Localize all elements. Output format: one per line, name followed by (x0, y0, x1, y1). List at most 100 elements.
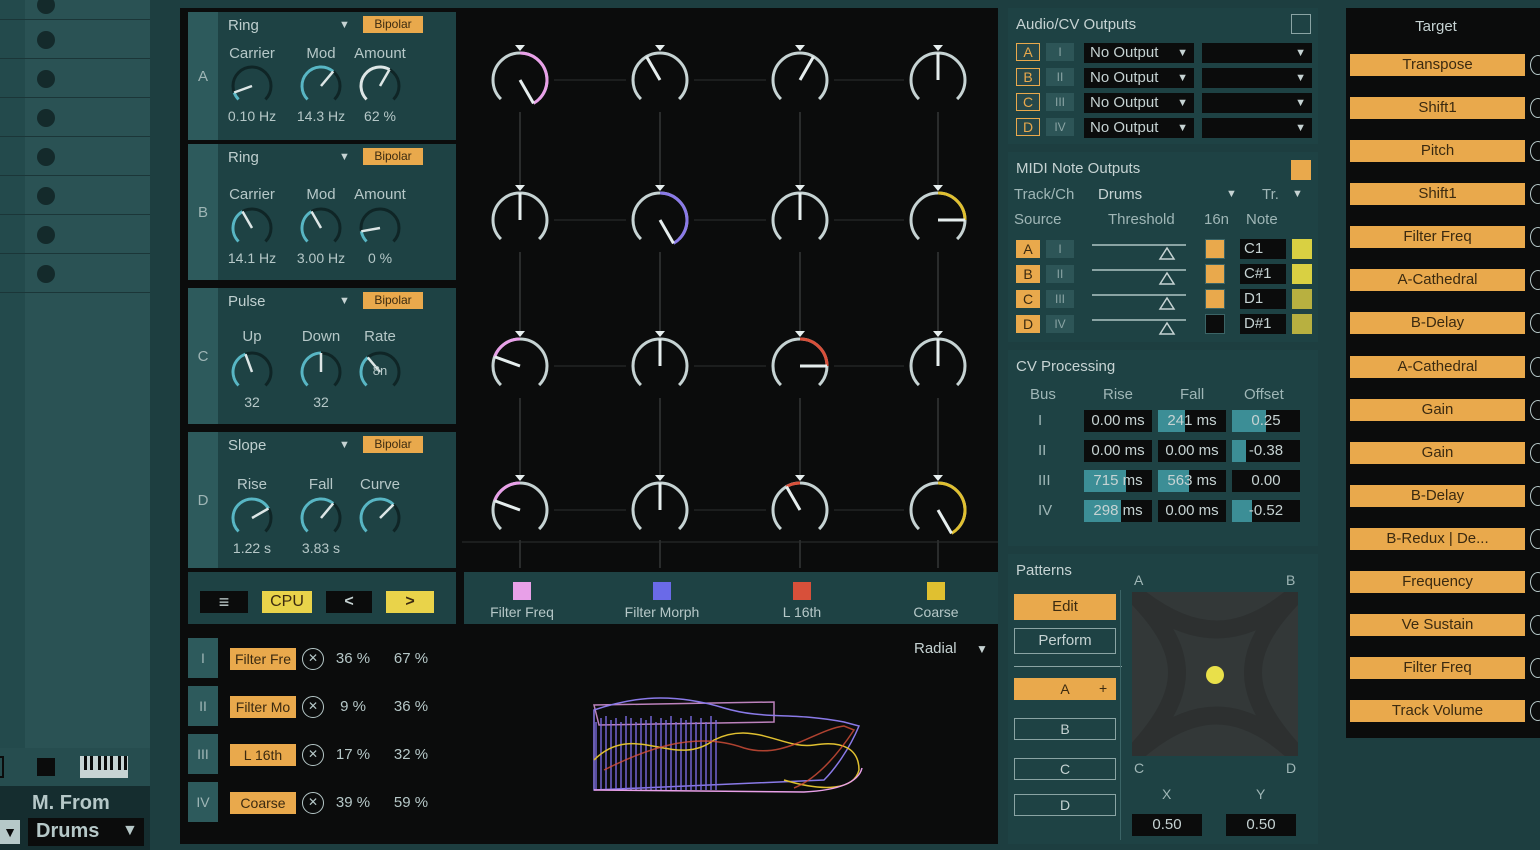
mapping-max[interactable]: 59 % (386, 794, 436, 811)
threshold-slider[interactable] (1092, 317, 1186, 335)
track-led[interactable] (37, 226, 55, 244)
remove-target-icon[interactable] (1530, 55, 1540, 75)
piano-keys-icon[interactable] (80, 756, 128, 778)
matrix-knob[interactable] (491, 185, 549, 241)
bipolar-toggle[interactable]: Bipolar (363, 16, 423, 33)
param-knob[interactable] (299, 350, 343, 399)
xy-pad-handle[interactable] (1206, 666, 1224, 684)
target-item[interactable]: B-Delay (1350, 485, 1525, 507)
cv-offset-value[interactable]: -0.38 (1232, 440, 1300, 462)
midi-source-d[interactable]: D (1016, 315, 1040, 333)
matrix-knob[interactable] (631, 185, 689, 245)
cv-bus-button[interactable]: IV (1046, 118, 1074, 136)
mapping-target-name[interactable]: Filter Mo (230, 696, 296, 718)
remove-target-icon[interactable] (1530, 184, 1540, 204)
param-knob[interactable] (230, 64, 274, 113)
xy-pad[interactable] (1132, 592, 1298, 756)
remove-target-icon[interactable] (1530, 572, 1540, 592)
cv-rise-value[interactable]: 298 ms (1084, 500, 1152, 522)
track-led[interactable] (37, 109, 55, 127)
cv-fall-value[interactable]: 0.00 ms (1158, 500, 1226, 522)
menu-icon[interactable]: ≡ (200, 591, 248, 613)
midi-note-value[interactable]: D#1 (1240, 314, 1286, 334)
midi-source-b[interactable]: B (1016, 265, 1040, 283)
target-item[interactable]: B-Redux | De... (1350, 528, 1525, 550)
bipolar-toggle[interactable]: Bipolar (363, 292, 423, 309)
matrix-knob[interactable] (631, 45, 689, 101)
lfo-mode-label[interactable]: Ring (228, 149, 259, 166)
target-color-swatch[interactable] (927, 582, 945, 600)
audio-cv-toggle[interactable] (1291, 14, 1311, 34)
target-item[interactable]: Shift1 (1350, 97, 1525, 119)
matrix-knob[interactable] (631, 331, 689, 387)
bipolar-toggle[interactable]: Bipolar (363, 148, 423, 165)
midi-channel-value[interactable]: Tr. (1262, 186, 1279, 203)
midi-bus-button[interactable]: IV (1046, 315, 1074, 333)
matrix-knob[interactable] (909, 185, 967, 241)
target-item[interactable]: Track Volume (1350, 700, 1525, 722)
lfo-mode-label[interactable]: Slope (228, 437, 266, 454)
chevron-down-icon[interactable]: ▼ (339, 19, 350, 31)
param-knob[interactable] (358, 64, 402, 113)
cv-fall-value[interactable]: 0.00 ms (1158, 440, 1226, 462)
target-color-swatch[interactable] (653, 582, 671, 600)
target-item[interactable]: Filter Freq (1350, 226, 1525, 248)
target-item[interactable]: Gain (1350, 442, 1525, 464)
target-item[interactable]: Shift1 (1350, 183, 1525, 205)
mapping-max[interactable]: 67 % (386, 650, 436, 667)
target-item[interactable]: Ve Sustain (1350, 614, 1525, 636)
midi-bus-button[interactable]: III (1046, 290, 1074, 308)
cv-output-sub-dropdown[interactable]: ▼ (1202, 43, 1312, 63)
track-led[interactable] (37, 31, 55, 49)
param-knob[interactable] (358, 206, 402, 255)
track-led[interactable] (37, 148, 55, 166)
target-item[interactable]: Filter Freq (1350, 657, 1525, 679)
prev-button[interactable]: < (326, 591, 372, 613)
chevron-down-icon[interactable]: ▼ (0, 820, 20, 844)
mapping-target-name[interactable]: L 16th (230, 744, 296, 766)
matrix-knob[interactable] (909, 331, 967, 387)
mapping-max[interactable]: 32 % (386, 746, 436, 763)
mapping-target-name[interactable]: Coarse (230, 792, 296, 814)
target-item[interactable]: Pitch (1350, 140, 1525, 162)
remove-target-icon[interactable] (1530, 270, 1540, 290)
cv-source-c[interactable]: C (1016, 93, 1040, 111)
matrix-knob[interactable] (909, 475, 967, 535)
mapping-min[interactable]: 39 % (328, 794, 378, 811)
lfo-mode-label[interactable]: Pulse (228, 293, 266, 310)
lfo-mode-label[interactable]: Ring (228, 17, 259, 34)
chevron-down-icon[interactable]: ▼ (339, 295, 350, 307)
remove-mapping-icon[interactable]: ✕ (302, 792, 324, 814)
threshold-slider[interactable] (1092, 267, 1186, 285)
remove-target-icon[interactable] (1530, 227, 1540, 247)
matrix-knob[interactable] (771, 185, 829, 241)
matrix-knob[interactable] (491, 45, 549, 105)
target-item[interactable]: Frequency (1350, 571, 1525, 593)
cv-rise-value[interactable]: 715 ms (1084, 470, 1152, 492)
cv-source-d[interactable]: D (1016, 118, 1040, 136)
edit-button[interactable]: Edit (1014, 594, 1116, 620)
cv-output-dropdown[interactable]: No Output ▼ (1084, 68, 1194, 88)
midi-note-value[interactable]: D1 (1240, 289, 1286, 309)
remove-target-icon[interactable] (1530, 615, 1540, 635)
mapping-target-name[interactable]: Filter Fre (230, 648, 296, 670)
cv-source-a[interactable]: A (1016, 43, 1040, 61)
param-knob[interactable]: 8n (358, 350, 402, 399)
chevron-down-icon[interactable]: ▼ (1292, 188, 1303, 200)
param-knob[interactable] (230, 496, 274, 545)
matrix-knob[interactable] (491, 331, 549, 387)
cv-offset-value[interactable]: 0.25 (1232, 410, 1300, 432)
chevron-down-icon[interactable]: ▼ (1226, 188, 1237, 200)
target-item[interactable]: B-Delay (1350, 312, 1525, 334)
target-item[interactable]: A-Cathedral (1350, 356, 1525, 378)
perform-button[interactable]: Perform (1014, 628, 1116, 654)
cv-output-sub-dropdown[interactable]: ▼ (1202, 93, 1312, 113)
target-item[interactable]: Gain (1350, 399, 1525, 421)
cv-fall-value[interactable]: 563 ms (1158, 470, 1226, 492)
cv-fall-value[interactable]: 241 ms (1158, 410, 1226, 432)
bipolar-toggle[interactable]: Bipolar (363, 436, 423, 453)
pattern-slot-a[interactable]: A + (1014, 678, 1116, 700)
cpu-button[interactable]: CPU (262, 591, 312, 613)
pattern-slot-b[interactable]: B (1014, 718, 1116, 740)
x-value[interactable]: 0.50 (1132, 814, 1202, 836)
